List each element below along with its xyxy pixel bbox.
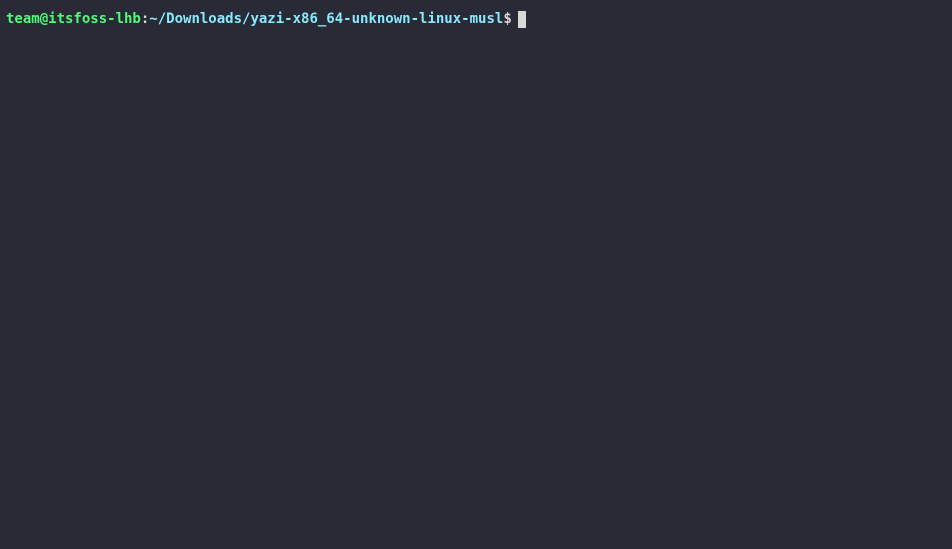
- separator: :: [141, 10, 149, 30]
- user-host: team@itsfoss-lhb: [6, 10, 141, 30]
- prompt-line[interactable]: team@itsfoss-lhb : ~/Downloads/yazi-x86_…: [6, 10, 946, 30]
- prompt-symbol: $: [503, 10, 511, 30]
- working-directory: ~/Downloads/yazi-x86_64-unknown-linux-mu…: [149, 10, 503, 30]
- cursor-icon: [518, 11, 526, 28]
